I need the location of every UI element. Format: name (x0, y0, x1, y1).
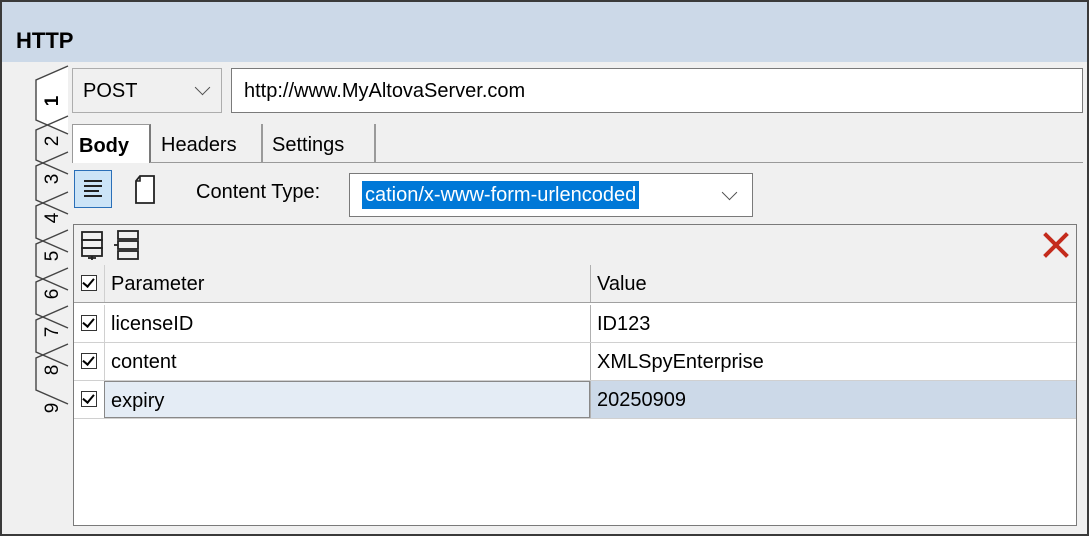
row-checkbox[interactable] (81, 315, 97, 331)
side-tab-4[interactable]: 4 (40, 205, 66, 231)
select-all-checkbox[interactable] (81, 275, 97, 291)
tab-settings[interactable]: Settings (266, 124, 376, 163)
chevron-down-icon (194, 79, 211, 96)
table-row[interactable]: content XMLSpyEnterprise (74, 343, 1076, 381)
row-checkbox[interactable] (81, 353, 97, 369)
text-lines-icon (84, 180, 102, 197)
append-row-icon (81, 231, 103, 260)
column-header-value[interactable]: Value (590, 265, 1076, 302)
side-tab-9[interactable]: 9 (40, 395, 66, 421)
value-cell[interactable]: 20250909 (590, 381, 1076, 418)
value-cell[interactable]: ID123 (590, 305, 1076, 342)
parameter-cell[interactable]: content (104, 343, 590, 380)
append-row-button[interactable] (78, 228, 110, 262)
tab-body[interactable]: Body (72, 124, 151, 163)
insert-row-button[interactable] (112, 228, 144, 262)
grid-header-row: Parameter Value (74, 265, 1076, 303)
column-header-parameter[interactable]: Parameter (104, 265, 590, 302)
content-type-value: cation/x-www-form-urlencoded (362, 181, 640, 209)
url-input[interactable]: http://www.MyAltovaServer.com (231, 68, 1083, 113)
vertical-tab-strip: 1 2 3 4 5 6 7 8 9 (0, 0, 80, 536)
row-checkbox[interactable] (81, 391, 97, 407)
side-tab-1[interactable]: 1 (40, 88, 66, 114)
title-bar: HTTP (2, 2, 1087, 62)
side-tab-6[interactable]: 6 (40, 281, 66, 307)
parameter-cell[interactable]: licenseID (104, 305, 590, 342)
parameter-grid: Parameter Value licenseID ID123 content … (73, 224, 1077, 526)
tab-headers[interactable]: Headers (155, 124, 263, 163)
tab-divider (150, 162, 1083, 163)
content-type-select[interactable]: cation/x-www-form-urlencoded (349, 173, 753, 217)
grid-toolbar (74, 225, 1076, 266)
file-body-button[interactable] (128, 170, 166, 208)
tab-settings-label: Settings (272, 134, 345, 156)
chevron-down-icon (721, 184, 738, 201)
file-icon (135, 175, 155, 204)
method-select[interactable]: POST (72, 68, 222, 113)
table-row-selected[interactable]: expiry 20250909 (74, 381, 1076, 419)
tab-headers-label: Headers (161, 134, 237, 156)
delete-x-icon (1043, 232, 1069, 258)
table-row[interactable]: licenseID ID123 (74, 305, 1076, 343)
content-type-label: Content Type: (196, 181, 321, 203)
side-tab-3[interactable]: 3 (40, 166, 66, 192)
insert-row-icon (114, 230, 139, 260)
value-cell[interactable]: XMLSpyEnterprise (590, 343, 1076, 380)
parameter-cell[interactable]: expiry (104, 381, 590, 418)
method-value: POST (83, 80, 138, 102)
delete-row-button[interactable] (1042, 231, 1070, 259)
url-value: http://www.MyAltovaServer.com (244, 80, 526, 102)
side-tab-8[interactable]: 8 (40, 357, 66, 383)
side-tab-5[interactable]: 5 (40, 243, 66, 269)
text-body-button[interactable] (74, 170, 112, 208)
tab-body-label: Body (79, 135, 129, 157)
side-tab-7[interactable]: 7 (40, 319, 66, 345)
side-tab-2[interactable]: 2 (40, 128, 66, 154)
